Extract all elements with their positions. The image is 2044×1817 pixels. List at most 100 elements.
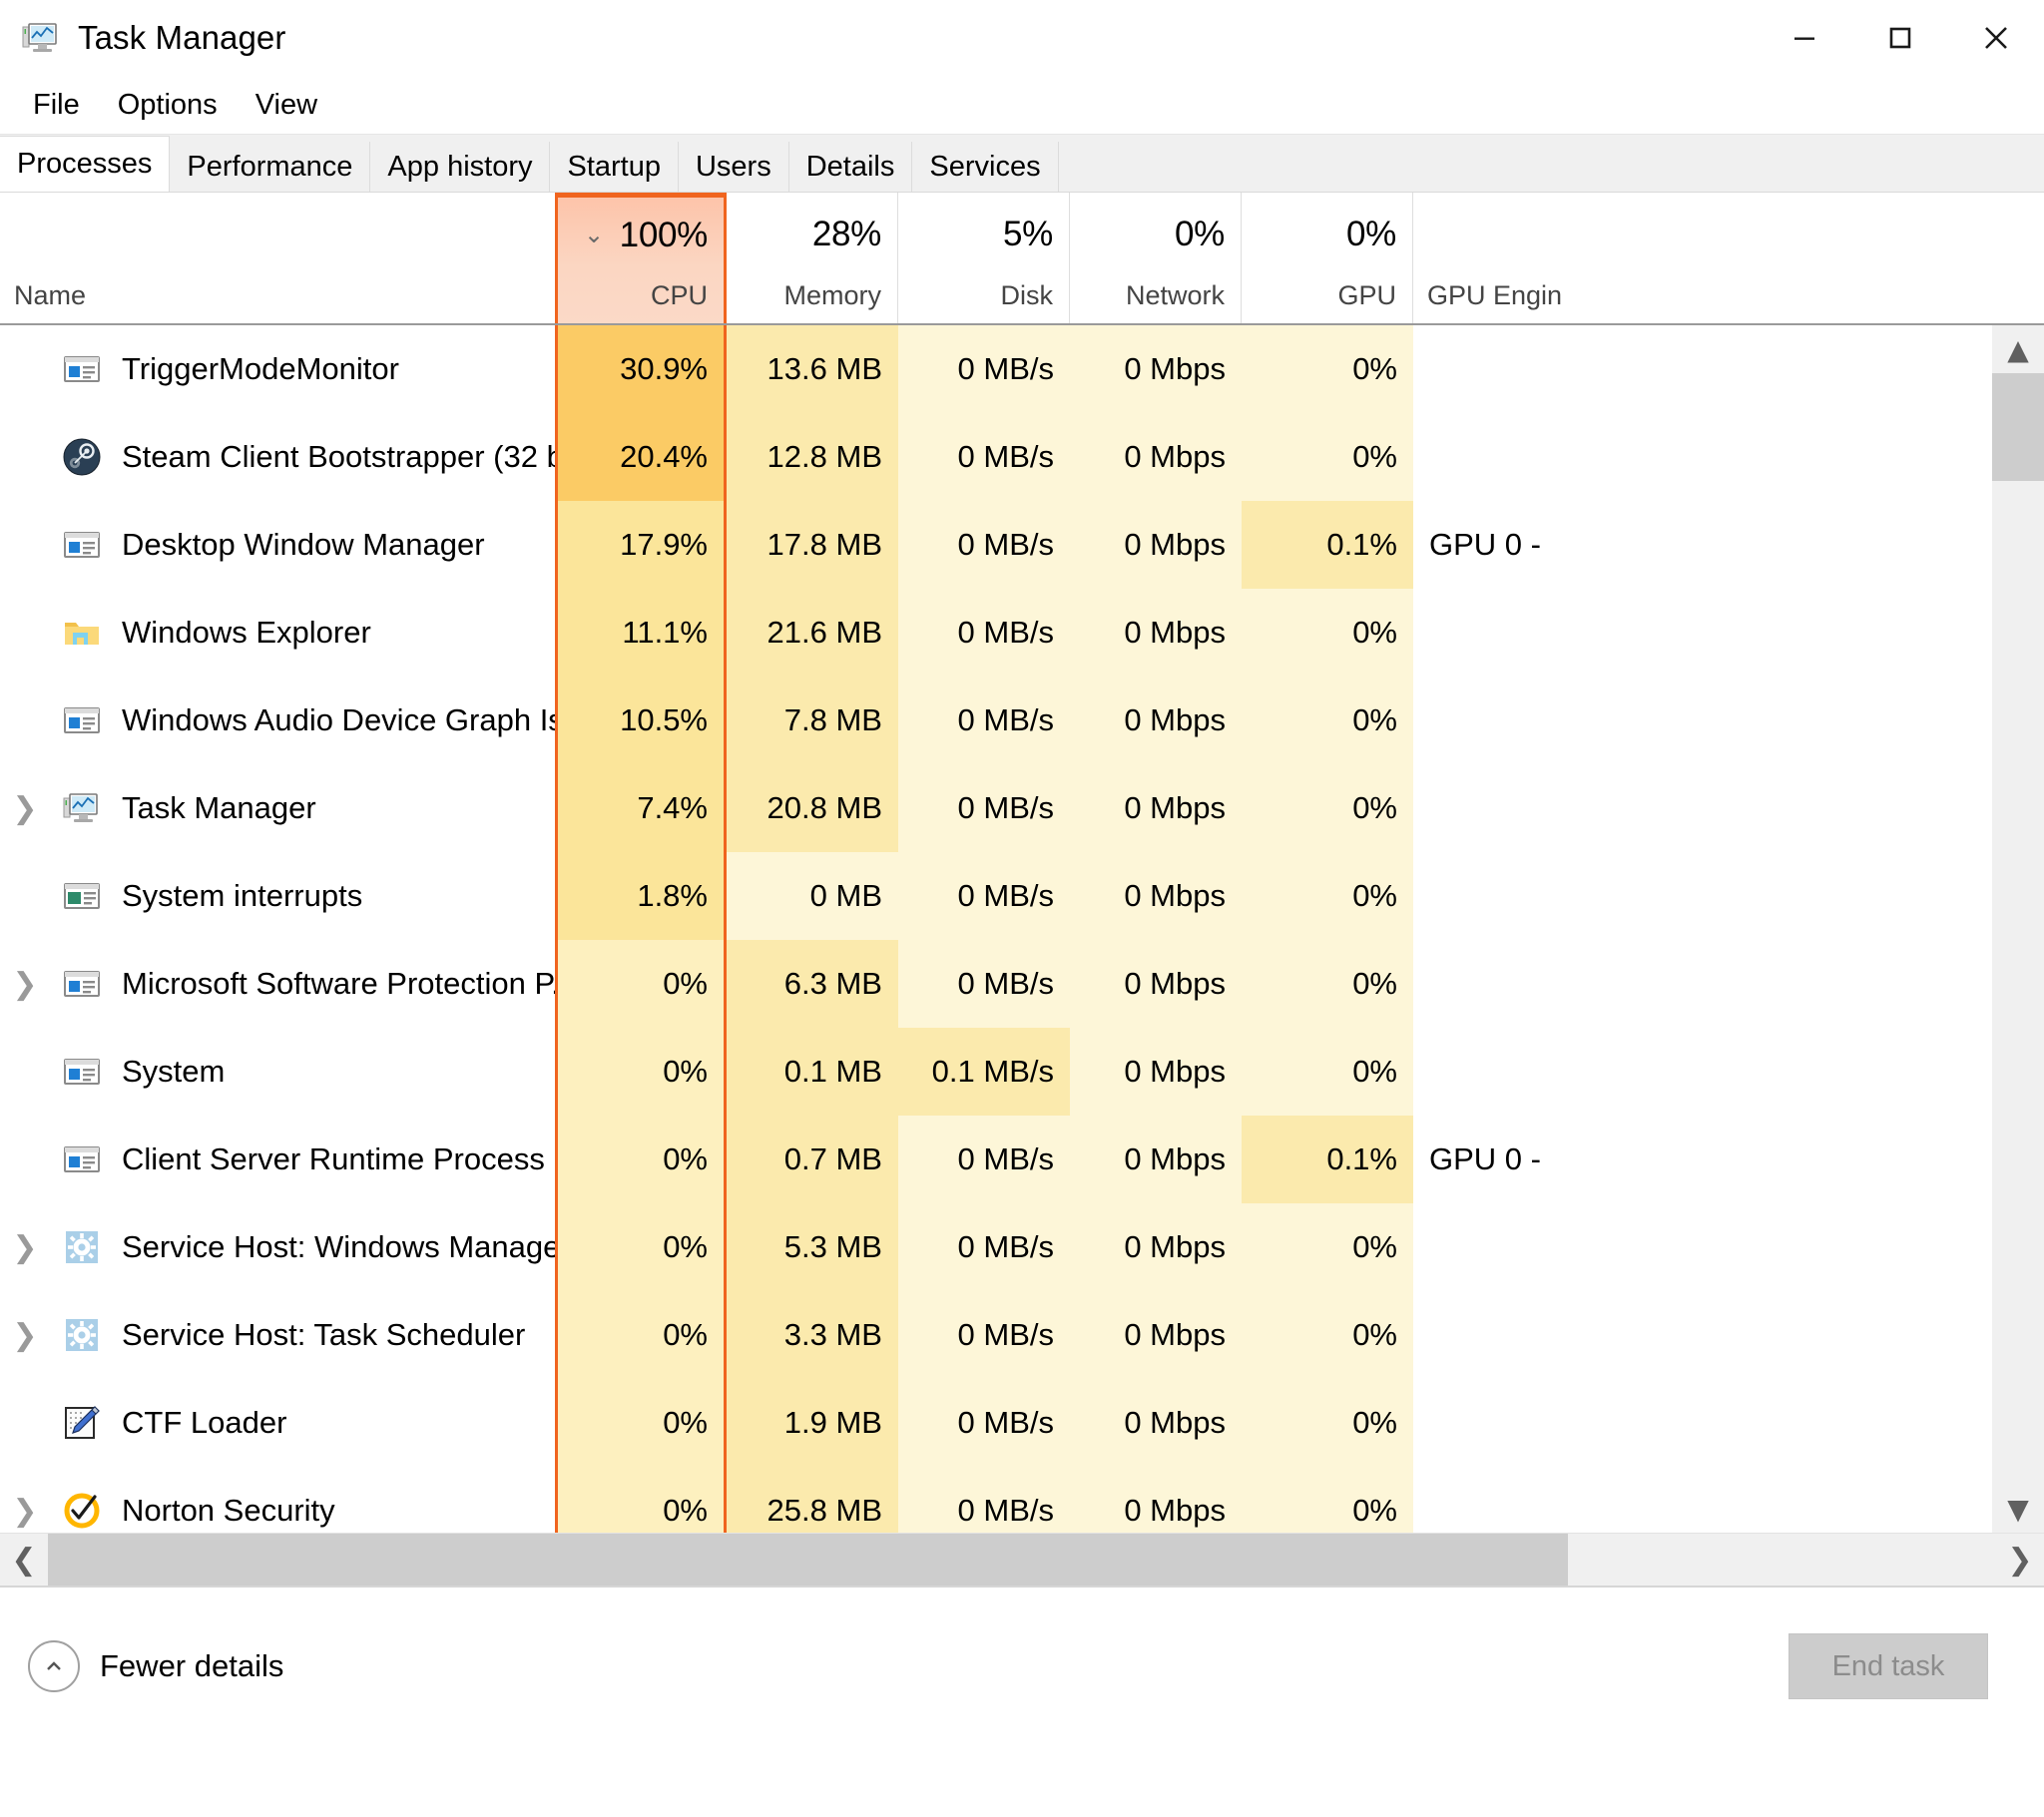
column-header-gpu[interactable]: 0% GPU (1242, 193, 1413, 323)
window-title: Task Manager (78, 19, 286, 56)
memory-cell: 7.8 MB (727, 677, 898, 764)
gpu-cell: 0% (1242, 413, 1413, 501)
table-row[interactable]: ❯ Norton Security 0% 25.8 MB 0 MB/s 0 Mbps 0% (0, 1467, 2044, 1533)
network-cell: 0 Mbps (1070, 501, 1242, 589)
process-name-label: Client Server Runtime Process (122, 1141, 545, 1176)
table-row[interactable]: System interrupts 1.8% 0 MB 0 MB/s 0 Mbps 0% (0, 852, 2044, 940)
menu-item-file[interactable]: File (14, 85, 99, 126)
generic-app-icon (62, 1052, 102, 1092)
table-row[interactable]: ❯ Service Host: Windows Manage... 0% 5.3 M… (0, 1203, 2044, 1291)
vertical-scroll-track[interactable] (1992, 373, 2044, 1485)
table-row[interactable]: ❯ Microsoft Software Protection P... 0% 6.… (0, 940, 2044, 1028)
process-name-cell[interactable]: Desktop Window Manager (0, 501, 555, 589)
chevron-right-icon[interactable]: ❯ (0, 1494, 50, 1529)
scroll-up-icon[interactable]: ▲ (1992, 325, 2044, 373)
minimize-button[interactable] (1757, 0, 1852, 76)
table-row[interactable]: ❯ Service Host: Task Scheduler 0% 3.3 MB 0 … (0, 1291, 2044, 1379)
process-name-cell[interactable]: System interrupts (0, 852, 555, 940)
memory-cell: 3.3 MB (727, 1291, 898, 1379)
tab-details[interactable]: Details (788, 142, 913, 192)
table-row[interactable]: Desktop Window Manager 17.9% 17.8 MB 0 MB/s… (0, 501, 2044, 589)
process-name-cell[interactable]: CTF Loader (0, 1379, 555, 1467)
column-header-gpu-engine[interactable]: GPU Engin (1413, 193, 1593, 323)
end-task-button[interactable]: End task (1788, 1633, 1988, 1699)
table-row[interactable]: Windows Audio Device Graph Is... 10.5% 7.8… (0, 677, 2044, 764)
memory-cell: 1.9 MB (727, 1379, 898, 1467)
generic-app-icon (62, 1139, 102, 1179)
process-name-label: System interrupts (122, 878, 363, 913)
tab-startup[interactable]: Startup (550, 142, 679, 192)
tab-app-history[interactable]: App history (370, 142, 551, 192)
scroll-right-icon[interactable]: ❯ (1996, 1543, 2044, 1578)
tab-performance[interactable]: Performance (170, 142, 371, 192)
cpu-cell: 10.5% (555, 677, 727, 764)
column-header-memory[interactable]: 28% Memory (727, 193, 898, 323)
process-name-cell[interactable]: Steam Client Bootstrapper (32 b... (0, 413, 555, 501)
table-row[interactable]: ❯ Task Manager 7.4% 20.8 MB 0 MB/s 0 Mbps 0% (0, 764, 2044, 852)
gpu-engine-cell (1413, 1379, 1593, 1467)
disk-cell: 0 MB/s (898, 940, 1070, 1028)
process-name-cell[interactable]: ❯ Service Host: Windows Manage... (0, 1203, 555, 1291)
column-header-name[interactable]: Name (0, 193, 555, 323)
process-name-cell[interactable]: Windows Explorer (0, 589, 555, 677)
process-name-label: Windows Explorer (122, 615, 371, 650)
fewer-details-button[interactable]: Fewer details (28, 1640, 283, 1692)
gpu-engine-cell (1413, 589, 1593, 677)
menu-item-options[interactable]: Options (99, 85, 237, 126)
table-row[interactable]: Steam Client Bootstrapper (32 b... 20.4% 1… (0, 413, 2044, 501)
maximize-button[interactable] (1852, 0, 1948, 76)
table-row[interactable]: CTF Loader 0% 1.9 MB 0 MB/s 0 Mbps 0% (0, 1379, 2044, 1467)
cpu-cell: 0% (555, 1116, 727, 1203)
service-host-icon (62, 1315, 102, 1355)
gpu-cell: 0% (1242, 1379, 1413, 1467)
disk-cell: 0 MB/s (898, 1467, 1070, 1533)
table-row[interactable]: Windows Explorer 11.1% 21.6 MB 0 MB/s 0 Mbps… (0, 589, 2044, 677)
generic-app-icon (62, 525, 102, 565)
cpu-cell: 30.9% (555, 325, 727, 413)
process-name-cell[interactable]: ❯ Norton Security (0, 1467, 555, 1533)
tab-services[interactable]: Services (912, 142, 1059, 192)
table-row[interactable]: System 0% 0.1 MB 0.1 MB/s 0 Mbps 0% (0, 1028, 2044, 1116)
scroll-down-icon[interactable]: ▼ (1992, 1485, 2044, 1533)
vertical-scrollbar[interactable]: ▲ ▼ (1992, 325, 2044, 1533)
process-name-cell[interactable]: System (0, 1028, 555, 1116)
column-header-network[interactable]: 0% Network (1070, 193, 1242, 323)
table-row[interactable]: Client Server Runtime Process 0% 0.7 MB 0 M… (0, 1116, 2044, 1203)
horizontal-scrollbar[interactable]: ❮ ❯ (0, 1533, 2044, 1586)
process-name-cell[interactable]: ❯ Task Manager (0, 764, 555, 852)
chevron-right-icon[interactable]: ❯ (0, 791, 50, 826)
column-header-disk[interactable]: 5% Disk (898, 193, 1070, 323)
horizontal-scroll-track[interactable] (48, 1534, 1996, 1586)
gpu-engine-cell (1413, 1028, 1593, 1116)
horizontal-scroll-thumb[interactable] (48, 1534, 1568, 1586)
network-cell: 0 Mbps (1070, 1467, 1242, 1533)
tab-processes[interactable]: Processes (0, 136, 171, 192)
process-name-cell[interactable]: Windows Audio Device Graph Is... (0, 677, 555, 764)
gpu-cell: 0% (1242, 764, 1413, 852)
column-header-cpu[interactable]: ⌄ 100% CPU (555, 193, 727, 323)
close-button[interactable] (1948, 0, 2044, 76)
process-name-cell[interactable]: TriggerModeMonitor (0, 325, 555, 413)
scroll-left-icon[interactable]: ❮ (0, 1543, 48, 1578)
disk-cell: 0 MB/s (898, 852, 1070, 940)
tab-users[interactable]: Users (678, 142, 789, 192)
memory-cell: 17.8 MB (727, 501, 898, 589)
process-name-cell[interactable]: ❯ Service Host: Task Scheduler (0, 1291, 555, 1379)
process-name-cell[interactable]: ❯ Microsoft Software Protection P... (0, 940, 555, 1028)
network-cell: 0 Mbps (1070, 677, 1242, 764)
norton-icon (62, 1491, 102, 1531)
vertical-scroll-thumb[interactable] (1992, 373, 2044, 481)
gpu-cell: 0.1% (1242, 1116, 1413, 1203)
cpu-cell: 1.8% (555, 852, 727, 940)
cpu-cell: 17.9% (555, 501, 727, 589)
generic-app-icon (62, 964, 102, 1004)
process-name-cell[interactable]: Client Server Runtime Process (0, 1116, 555, 1203)
gpu-engine-cell: GPU 0 - (1413, 1116, 1593, 1203)
menu-item-view[interactable]: View (237, 85, 336, 126)
gpu-engine-cell (1413, 677, 1593, 764)
chevron-right-icon[interactable]: ❯ (0, 1230, 50, 1265)
gpu-cell: 0% (1242, 589, 1413, 677)
table-row[interactable]: TriggerModeMonitor 30.9% 13.6 MB 0 MB/s 0 Mb… (0, 325, 2044, 413)
chevron-right-icon[interactable]: ❯ (0, 1318, 50, 1353)
chevron-right-icon[interactable]: ❯ (0, 967, 50, 1002)
